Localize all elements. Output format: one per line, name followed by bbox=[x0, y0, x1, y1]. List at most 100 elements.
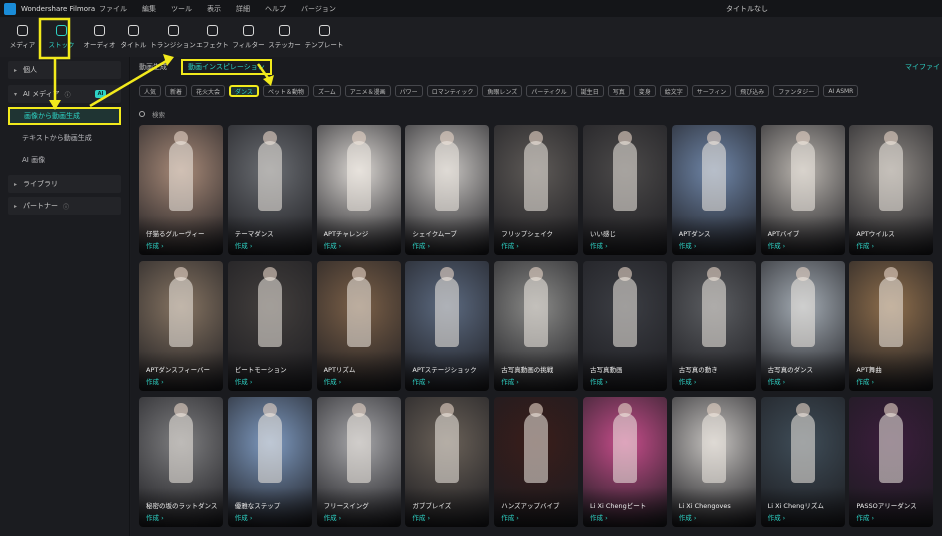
tool-media[interactable]: メディア bbox=[6, 17, 39, 57]
create-link[interactable]: 作成 › bbox=[856, 240, 874, 250]
tool-transition[interactable]: トランジション bbox=[150, 17, 196, 57]
tool-sticker[interactable]: ステッカー bbox=[268, 17, 301, 57]
create-link[interactable]: 作成 › bbox=[146, 376, 164, 386]
tool-title[interactable]: タイトル bbox=[117, 17, 150, 57]
menu-version[interactable]: バージョン bbox=[301, 4, 336, 14]
sidebar-item-ai-media[interactable]: ▾ AI メディア ⓘ AI bbox=[8, 85, 121, 103]
create-link[interactable]: 作成 › bbox=[324, 240, 342, 250]
create-link[interactable]: 作成 › bbox=[679, 512, 697, 522]
template-card[interactable]: ハンズアップバイブ 作成 › bbox=[494, 397, 579, 527]
create-link[interactable]: 作成 › bbox=[146, 512, 164, 522]
sidebar-item-personal[interactable]: ▸ 個人 bbox=[8, 61, 121, 79]
sidebar-item-library[interactable]: ▸ ライブラリ bbox=[8, 175, 121, 193]
category-chip[interactable]: ダンス bbox=[229, 85, 259, 97]
template-card[interactable]: APT舞曲 作成 › bbox=[849, 261, 934, 391]
template-card[interactable]: フリップシェイク 作成 › bbox=[494, 125, 579, 255]
template-card[interactable]: Li Xi Chengビート 作成 › bbox=[583, 397, 667, 527]
template-card[interactable]: ガブブレイズ 作成 › bbox=[405, 397, 490, 527]
menu-edit[interactable]: 編集 bbox=[142, 4, 156, 14]
category-chip[interactable]: 絵文字 bbox=[659, 85, 688, 97]
tool-stock[interactable]: ストック bbox=[45, 17, 78, 57]
create-link[interactable]: 作成 › bbox=[501, 376, 519, 386]
create-link[interactable]: 作成 › bbox=[501, 512, 519, 522]
category-chip[interactable]: ペット＆動物 bbox=[262, 85, 309, 97]
create-link[interactable]: 作成 › bbox=[768, 240, 786, 250]
menu-tools[interactable]: ツール bbox=[171, 4, 192, 14]
tool-effect[interactable]: エフェクト bbox=[196, 17, 229, 57]
create-link[interactable]: 作成 › bbox=[324, 512, 342, 522]
create-link[interactable]: 作成 › bbox=[679, 376, 697, 386]
template-card[interactable]: フリースイング 作成 › bbox=[316, 397, 401, 527]
sidebar-item-ai-image[interactable]: AI 画像 bbox=[8, 151, 121, 169]
category-chip[interactable]: 誕生日 bbox=[575, 85, 604, 97]
menu-advanced[interactable]: 詳細 bbox=[236, 4, 250, 14]
tool-filter[interactable]: フィルター bbox=[232, 17, 265, 57]
template-card[interactable]: APTダンス 作成 › bbox=[671, 125, 756, 255]
category-chip[interactable]: 新着 bbox=[165, 85, 188, 97]
template-card[interactable]: APTステージショック 作成 › bbox=[405, 261, 490, 391]
create-link[interactable]: 作成 › bbox=[324, 376, 342, 386]
sidebar-item-image-to-video[interactable]: 画像から動画生成 bbox=[8, 107, 121, 125]
category-chip[interactable]: ズーム bbox=[312, 85, 341, 97]
menu-file[interactable]: ファイル bbox=[99, 4, 127, 14]
my-files-link[interactable]: マイファイ bbox=[905, 62, 940, 72]
category-chip[interactable]: 魚眼レンズ bbox=[482, 85, 523, 97]
category-chip[interactable]: ロマンティック bbox=[426, 85, 479, 97]
create-link[interactable]: 作成 › bbox=[235, 376, 253, 386]
search-bar[interactable]: 検索 bbox=[139, 109, 165, 119]
template-card[interactable]: APTリズム 作成 › bbox=[316, 261, 401, 391]
create-link[interactable]: 作成 › bbox=[412, 240, 430, 250]
category-chip[interactable]: 飛び込み bbox=[735, 85, 770, 97]
category-chip[interactable]: パワー bbox=[394, 85, 423, 97]
template-card[interactable]: シェイクムーブ 作成 › bbox=[405, 125, 490, 255]
template-card[interactable]: APTチャレンジ 作成 › bbox=[316, 125, 401, 255]
category-chip[interactable]: AI ASMR bbox=[823, 85, 859, 97]
category-chip[interactable]: 写真 bbox=[607, 85, 630, 97]
sidebar-item-text-to-video[interactable]: テキストから動画生成 bbox=[8, 129, 121, 147]
create-link[interactable]: 作成 › bbox=[768, 512, 786, 522]
create-link[interactable]: 作成 › bbox=[146, 240, 164, 250]
create-link[interactable]: 作成 › bbox=[235, 240, 253, 250]
category-chip[interactable]: アニメ＆漫画 bbox=[344, 85, 391, 97]
template-card[interactable]: テーマダンス 作成 › bbox=[227, 125, 312, 255]
category-chip[interactable]: 変身 bbox=[633, 85, 656, 97]
template-card[interactable]: APTウイルス 作成 › bbox=[849, 125, 934, 255]
template-card[interactable]: 古写真動画の挑戦 作成 › bbox=[494, 261, 579, 391]
tool-audio[interactable]: オーディオ bbox=[83, 17, 116, 57]
create-link[interactable]: 作成 › bbox=[590, 512, 608, 522]
menu-view[interactable]: 表示 bbox=[207, 4, 221, 14]
create-link[interactable]: 作成 › bbox=[412, 512, 430, 522]
template-card[interactable]: APTダンスフィーバー 作成 › bbox=[139, 261, 223, 391]
template-card[interactable]: 秘密の坂のラットダンス 作成 › bbox=[139, 397, 223, 527]
create-link[interactable]: 作成 › bbox=[590, 376, 608, 386]
template-card[interactable]: PASSOアリーダンス 作成 › bbox=[849, 397, 934, 527]
create-link[interactable]: 作成 › bbox=[235, 512, 253, 522]
template-card[interactable]: Li Xi Chengoves 作成 › bbox=[671, 397, 756, 527]
create-link[interactable]: 作成 › bbox=[501, 240, 519, 250]
template-card[interactable]: 古写真の動き 作成 › bbox=[671, 261, 756, 391]
create-link[interactable]: 作成 › bbox=[679, 240, 697, 250]
template-card[interactable]: APTバイブ 作成 › bbox=[760, 125, 845, 255]
category-chip[interactable]: 人気 bbox=[139, 85, 162, 97]
template-card[interactable]: ビートモーション 作成 › bbox=[227, 261, 312, 391]
search-input[interactable]: 検索 bbox=[152, 109, 165, 119]
template-card[interactable]: 古写真のダンス 作成 › bbox=[760, 261, 845, 391]
category-chip[interactable]: 花火大会 bbox=[191, 85, 226, 97]
create-link[interactable]: 作成 › bbox=[768, 376, 786, 386]
create-link[interactable]: 作成 › bbox=[412, 376, 430, 386]
template-card[interactable]: 仔猫るグルーヴィー 作成 › bbox=[139, 125, 223, 255]
tool-template[interactable]: テンプレート bbox=[304, 17, 344, 57]
category-chip[interactable]: パーティクル bbox=[526, 85, 572, 97]
create-link[interactable]: 作成 › bbox=[856, 512, 874, 522]
category-chip[interactable]: サーフィン bbox=[691, 85, 732, 97]
menu-help[interactable]: ヘルプ bbox=[265, 4, 286, 14]
category-chip[interactable]: ファンタジー bbox=[773, 85, 820, 97]
create-link[interactable]: 作成 › bbox=[590, 240, 608, 250]
template-card[interactable]: Li Xi Chengリズム 作成 › bbox=[760, 397, 845, 527]
create-link[interactable]: 作成 › bbox=[856, 376, 874, 386]
tab-video-inspiration[interactable]: 動画インスピレーション bbox=[181, 59, 272, 75]
sidebar-item-partner[interactable]: ▸ パートナー ⓘ bbox=[8, 197, 121, 215]
template-card[interactable]: いい感じ 作成 › bbox=[583, 125, 667, 255]
template-card[interactable]: 古写真動画 作成 › bbox=[583, 261, 667, 391]
tab-video-generation[interactable]: 動画生成 bbox=[139, 62, 167, 72]
